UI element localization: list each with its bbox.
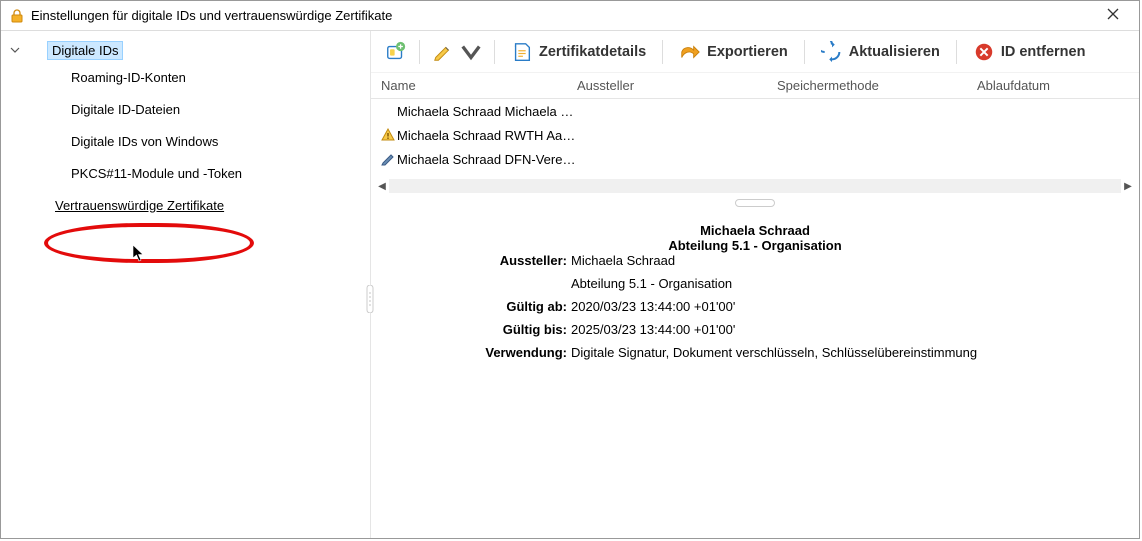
window: Einstellungen für digitale IDs und vertr… [0,0,1140,539]
tree-root[interactable]: Digitale IDs [7,39,370,61]
main-panel: Zertifikatdetails Exportieren Aktualisie… [371,31,1139,538]
export-button[interactable]: Exportieren [669,35,798,69]
cert-list: Name Aussteller Speichermethode Ablaufda… [371,73,1139,211]
scroll-right-icon[interactable]: ▶ [1121,181,1135,192]
toolbar-separator [494,40,495,64]
refresh-button[interactable]: Aktualisieren [811,35,950,69]
scroll-track[interactable] [389,179,1121,193]
row-issuer: Michaela Schraad Windows-Zertifikatspeic… [505,104,577,119]
details-button[interactable]: Zertifikatdetails [501,35,656,69]
tree-item-trusted[interactable]: Vertrauenswürdige Zertifikate [1,189,370,221]
table-row[interactable]: Michaela Schraad RWTH Aachen CA Windows-… [371,123,1139,147]
titlebar: Einstellungen für digitale IDs und vertr… [1,1,1139,31]
sidebar-tree: Digitale IDs Roaming-ID-Konten Digitale … [1,31,371,538]
pane-splitter[interactable] [366,285,374,313]
tree-item-windows[interactable]: Digitale IDs von Windows [7,125,370,157]
table-row[interactable]: Michaela Schraad DFN-Verein Global Issui… [371,147,1139,171]
close-button[interactable] [1095,8,1131,23]
tree-root-label: Digitale IDs [47,41,123,60]
toolbar-separator [804,40,805,64]
lock-icon [9,8,25,24]
row-issuer: RWTH Aachen CA Windows-Zertifikatspeiche… [505,128,577,143]
horizontal-scrollbar[interactable]: ◀ ▶ [371,177,1139,195]
remove-label: ID entfernen [1001,44,1086,60]
detail-name: Michaela Schraad [391,223,1119,238]
list-header[interactable]: Name Aussteller Speichermethode Ablaufda… [371,73,1139,99]
tree-item-roaming[interactable]: Roaming-ID-Konten [7,61,370,93]
table-row[interactable]: Michaela Schraad Michaela Schraad Window… [371,99,1139,123]
row-icon [379,128,397,142]
col-issuer[interactable]: Aussteller [577,78,777,93]
row-name: Michaela Schraad DFN-Verein Global Issui… [397,152,577,167]
row-name: Michaela Schraad Michaela Schraad Window… [397,104,577,119]
detail-org: Abteilung 5.1 - Organisation [391,238,1119,253]
row-name: Michaela Schraad RWTH Aachen CA Windows-… [397,128,577,143]
toolbar-separator [956,40,957,64]
row-issuer: DFN-Verein Global Issuing CA [505,152,577,167]
row-icon [379,152,397,166]
body: Digitale IDs Roaming-ID-Konten Digitale … [1,31,1139,538]
collapse-icon[interactable] [9,44,21,56]
col-name[interactable]: Name [379,78,577,93]
toolbar: Zertifikatdetails Exportieren Aktualisie… [371,31,1139,73]
toolbar-separator [662,40,663,64]
scroll-left-icon[interactable]: ◀ [375,181,389,192]
annotation-circle [44,223,254,263]
tree-item-pkcs11[interactable]: PKCS#11-Module und -Token [7,157,370,189]
toolbar-separator [419,40,420,64]
remove-button[interactable]: ID entfernen [963,35,1096,69]
col-storage[interactable]: Speichermethode [777,78,977,93]
mouse-cursor-icon [132,244,146,262]
vertical-splitter[interactable] [371,195,1139,211]
tree-item-files[interactable]: Digitale ID-Dateien [7,93,370,125]
refresh-label: Aktualisieren [849,44,940,60]
cert-details: Michaela Schraad Abteilung 5.1 - Organis… [371,211,1139,380]
export-label: Exportieren [707,44,788,60]
add-id-button[interactable] [379,35,413,69]
col-expiry[interactable]: Ablaufdatum [977,78,1139,93]
window-title: Einstellungen für digitale IDs und vertr… [31,8,1095,23]
edit-button[interactable] [426,35,488,69]
details-label: Zertifikatdetails [539,44,646,60]
